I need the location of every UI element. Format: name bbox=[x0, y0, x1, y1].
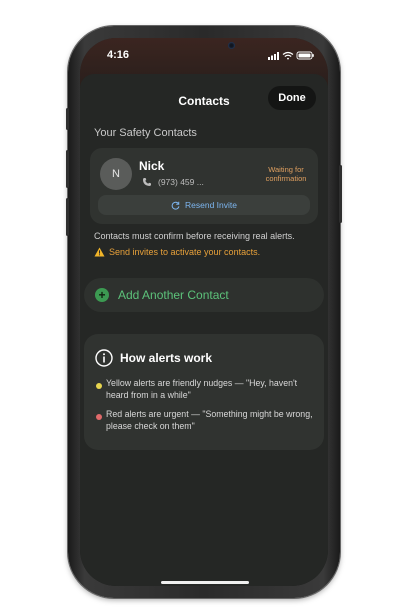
how-alerts-card: How alerts work Yellow alerts are friend… bbox=[84, 334, 324, 450]
confirm-note: Contacts must confirm before receiving r… bbox=[94, 231, 295, 241]
refresh-icon bbox=[171, 201, 180, 210]
volume-down-button bbox=[66, 198, 69, 236]
status-time: 4:16 bbox=[107, 49, 130, 61]
section-label: Your Safety Contacts bbox=[94, 127, 197, 139]
phone-screen: 4:16 Contacts Done Your Safety Contacts … bbox=[80, 38, 328, 586]
avatar: N bbox=[100, 158, 132, 190]
status-icons bbox=[268, 51, 314, 60]
how-alerts-title: How alerts work bbox=[120, 351, 213, 365]
warning-icon bbox=[94, 247, 105, 257]
contact-name: Nick bbox=[139, 159, 165, 173]
status-badge: Waiting for confirmation bbox=[265, 165, 307, 184]
front-camera bbox=[228, 42, 235, 49]
yellow-alert-dot bbox=[96, 383, 102, 389]
contact-card[interactable]: N Nick (973) 459 ... Waiting for confirm… bbox=[90, 148, 318, 224]
add-contact-label: Add Another Contact bbox=[118, 288, 229, 302]
red-alert-text: Red alerts are urgent — "Something might… bbox=[106, 409, 313, 432]
info-icon bbox=[95, 349, 113, 367]
home-indicator[interactable] bbox=[161, 581, 249, 584]
warning-message: Send invites to activate your contacts. bbox=[94, 247, 324, 257]
wifi-icon bbox=[282, 51, 294, 60]
yellow-alert-text: Yellow alerts are friendly nudges — "Hey… bbox=[106, 378, 298, 401]
signal-icon bbox=[268, 52, 279, 60]
warning-text: Send invites to activate your contacts. bbox=[109, 247, 261, 257]
volume-up-button bbox=[66, 150, 69, 188]
contact-phone: (973) 459 ... bbox=[158, 177, 204, 187]
phone-icon bbox=[143, 178, 151, 186]
plus-circle-icon: + bbox=[95, 288, 109, 302]
avatar-initial: N bbox=[112, 168, 120, 180]
resend-invite-button[interactable]: Resend Invite bbox=[98, 195, 310, 215]
done-button[interactable]: Done bbox=[268, 86, 316, 110]
mute-switch bbox=[66, 108, 69, 130]
contacts-sheet: Contacts Done Your Safety Contacts N Nic… bbox=[80, 74, 328, 586]
resend-invite-label: Resend Invite bbox=[185, 200, 237, 210]
add-contact-button[interactable]: + Add Another Contact bbox=[84, 278, 324, 312]
power-button bbox=[339, 165, 342, 223]
battery-icon bbox=[296, 51, 314, 60]
red-alert-dot bbox=[96, 414, 102, 420]
